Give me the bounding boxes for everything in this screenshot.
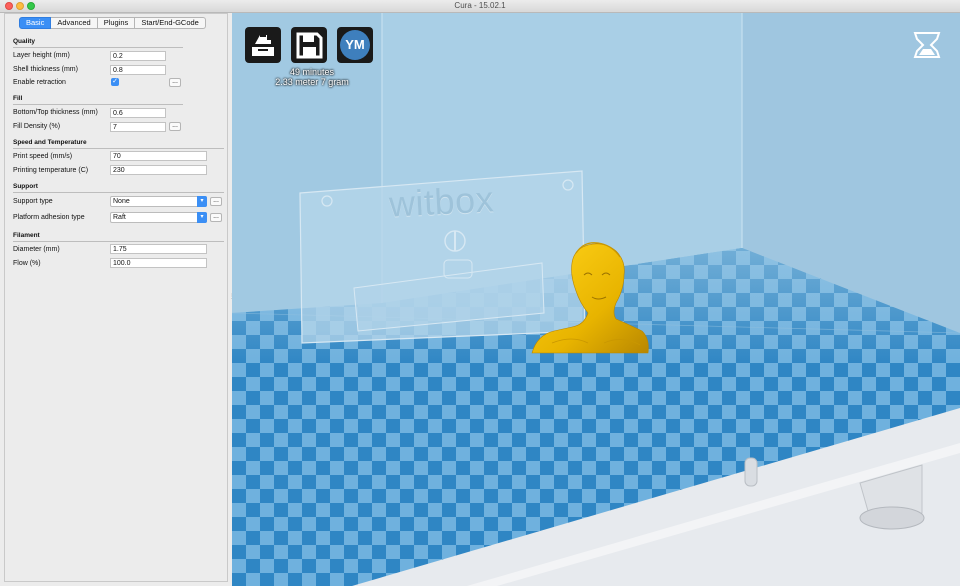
- tab-plugins[interactable]: Plugins: [97, 17, 136, 29]
- print-speed-label: Print speed (mm/s): [13, 153, 73, 160]
- scene-render: [232, 13, 960, 586]
- chevron-down-icon: ▾: [197, 212, 207, 223]
- shell-thickness-input[interactable]: 0.8: [110, 65, 166, 75]
- platform-adhesion-label: Platform adhesion type: [13, 214, 85, 221]
- separator: [13, 192, 224, 193]
- backplate-text: witbox: [387, 178, 496, 225]
- layer-height-input[interactable]: 0.2: [110, 51, 166, 61]
- 3d-viewport[interactable]: witbox YM 49 minutes 2.33 meter 7 gram: [232, 13, 960, 586]
- tab-basic[interactable]: Basic: [19, 17, 52, 29]
- print-info: 49 minutes 2.33 meter 7 gram: [252, 67, 372, 87]
- retraction-more-button[interactable]: ...: [169, 78, 181, 87]
- fill-density-input[interactable]: 7: [110, 122, 166, 132]
- support-more-button[interactable]: ...: [210, 197, 222, 206]
- separator: [13, 148, 224, 149]
- save-gcode-button[interactable]: [291, 27, 327, 63]
- load-model-icon: [252, 30, 274, 56]
- printing-temperature-input[interactable]: 230: [110, 165, 207, 175]
- section-quality: Quality: [13, 38, 36, 45]
- print-material: 2.33 meter 7 gram: [275, 76, 349, 87]
- support-type-label: Support type: [13, 198, 53, 205]
- youmagine-button[interactable]: YM: [337, 27, 373, 63]
- bottom-top-thickness-input[interactable]: 0.6: [110, 108, 166, 118]
- separator: [13, 47, 183, 48]
- retraction-label: Enable retraction: [13, 79, 66, 86]
- settings-tabs: Basic Advanced Plugins Start/End-GCode: [19, 17, 206, 29]
- retraction-checkbox[interactable]: ✓: [111, 78, 119, 86]
- section-support: Support: [13, 183, 38, 190]
- platform-adhesion-value: Raft: [113, 214, 126, 221]
- flow-label: Flow (%): [13, 260, 41, 267]
- save-gcode-icon: [296, 32, 323, 59]
- section-fill: Fill: [13, 95, 23, 102]
- tab-advanced[interactable]: Advanced: [51, 17, 98, 29]
- flow-input[interactable]: 100.0: [110, 258, 207, 268]
- fill-density-more-button[interactable]: ...: [169, 122, 181, 131]
- section-speed-temperature: Speed and Temperature: [13, 139, 87, 146]
- checkmark-icon: ✓: [112, 78, 118, 85]
- load-model-button[interactable]: [245, 27, 281, 63]
- bottom-top-thickness-label: Bottom/Top thickness (mm): [13, 109, 98, 116]
- support-type-select[interactable]: None ▾: [110, 196, 207, 207]
- youmagine-icon: YM: [340, 30, 370, 60]
- tab-start-end-gcode[interactable]: Start/End-GCode: [135, 17, 206, 29]
- platform-adhesion-select[interactable]: Raft ▾: [110, 212, 207, 223]
- settings-sidebar: Basic Advanced Plugins Start/End-GCode Q…: [4, 13, 228, 582]
- chevron-down-icon: ▾: [197, 196, 207, 207]
- window-title: Cura - 15.02.1: [454, 1, 506, 10]
- view-mode-button[interactable]: [909, 27, 945, 63]
- layer-height-label: Layer height (mm): [13, 52, 70, 59]
- separator: [13, 241, 224, 242]
- shell-thickness-label: Shell thickness (mm): [13, 66, 78, 73]
- separator: [13, 104, 183, 105]
- diameter-label: Diameter (mm): [13, 246, 60, 253]
- diameter-input[interactable]: 1.75: [110, 244, 207, 254]
- fill-density-label: Fill Density (%): [13, 123, 61, 130]
- section-filament: Filament: [13, 232, 40, 239]
- print-speed-input[interactable]: 70: [110, 151, 207, 161]
- splitter-handle[interactable]: ⋮: [229, 293, 235, 301]
- adhesion-more-button[interactable]: ...: [210, 213, 222, 222]
- printing-temperature-label: Printing temperature (C): [13, 167, 89, 174]
- support-type-value: None: [113, 198, 130, 205]
- title-bar: Cura - 15.02.1: [0, 0, 960, 13]
